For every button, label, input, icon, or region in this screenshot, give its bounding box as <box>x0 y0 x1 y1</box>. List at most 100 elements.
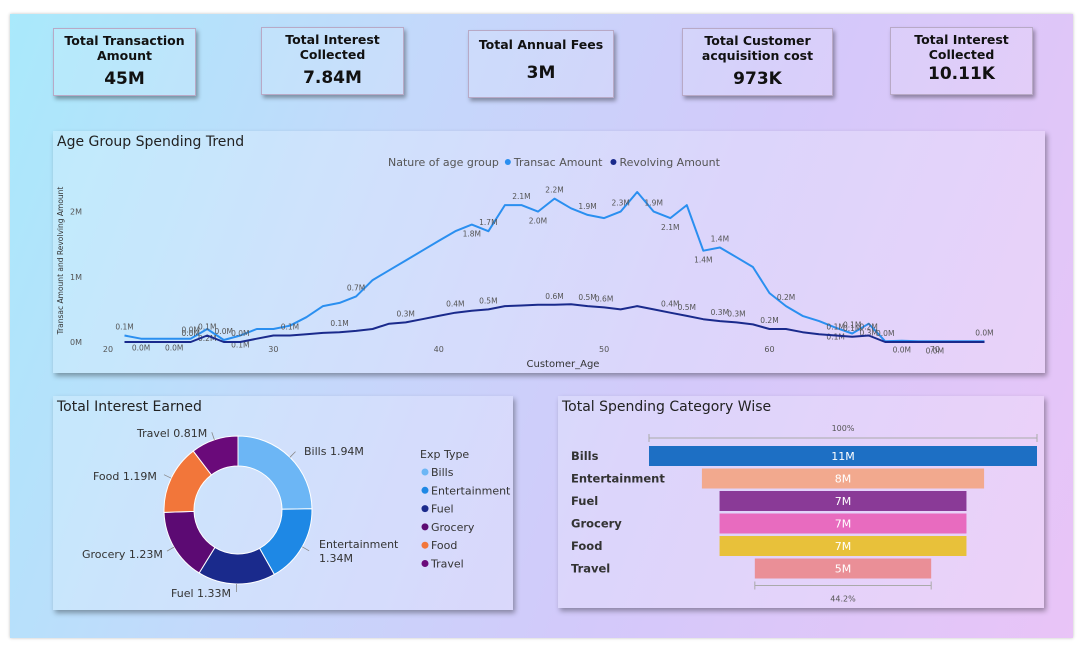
funnel-category-label: Entertainment <box>571 472 665 486</box>
data-label: 0.7M <box>347 283 365 292</box>
data-label: 1.4M <box>694 256 712 265</box>
data-label: 0.1M <box>330 319 348 328</box>
kpi-card-total-interest[interactable]: Total Interest Collected 7.84M <box>261 27 404 95</box>
donut-leader-line <box>211 432 215 441</box>
donut-data-label: Grocery 1.23M <box>82 548 163 561</box>
line-chart-svg: Nature of age group Transac Amount Revolvi… <box>56 156 994 370</box>
spending-category-panel[interactable]: Total Spending Category Wise 100% 11M Bill… <box>558 396 1044 608</box>
donut-data-label: Food 1.19M <box>93 470 157 483</box>
kpi-value: 7.84M <box>303 68 362 88</box>
funnel-category-label: Bills <box>571 449 599 463</box>
funnel-value-label: 7M <box>835 495 852 508</box>
funnel-category-label: Travel <box>571 562 610 576</box>
funnel-value-label: 8M <box>835 473 852 486</box>
legend-marker <box>421 541 429 549</box>
data-label: 0.0M <box>132 344 150 353</box>
legend-marker <box>421 523 429 531</box>
data-label: 1.8M <box>463 230 481 239</box>
y-tick-label: 0M <box>70 338 82 347</box>
donut-data-label: Entertainment <box>319 538 399 551</box>
data-label: 0.0M <box>231 329 249 338</box>
x-tick-label: 40 <box>434 345 444 354</box>
data-label: 2.3M <box>611 199 629 208</box>
x-tick-label: 50 <box>599 345 609 354</box>
data-label: 0.0M <box>165 344 183 353</box>
data-label: 2.2M <box>545 186 563 195</box>
kpi-label: Total Annual Fees <box>478 37 604 52</box>
donut-data-label: Fuel 1.33M <box>171 587 231 600</box>
legend-title: Exp Type <box>420 448 469 461</box>
data-label: 1.9M <box>645 199 663 208</box>
kpi-card-customer-acquisition-cost[interactable]: Total Customer acquisition cost 973K <box>682 28 833 96</box>
funnel-bottom-percent: 44.2% <box>830 595 856 604</box>
legend-marker <box>610 159 617 165</box>
data-label: 0.6M <box>595 294 613 303</box>
dashboard-canvas: Total Transaction Amount 45M Total Inter… <box>10 14 1073 638</box>
funnel-top-percent: 100% <box>832 424 855 433</box>
data-label: 0.3M <box>396 309 414 318</box>
x-tick-label: 30 <box>268 345 278 354</box>
kpi-card-total-transaction[interactable]: Total Transaction Amount 45M <box>53 28 196 96</box>
funnel-category-label: Grocery <box>571 517 622 531</box>
donut-slice-bills <box>237 435 313 510</box>
data-label: 0.1M <box>115 322 133 331</box>
data-label: 0.4M <box>446 300 464 309</box>
kpi-label: Total Interest Collected <box>285 32 380 62</box>
kpi-card-total-annual-fees[interactable]: Total Annual Fees 3M <box>468 30 614 98</box>
data-label: 0.2M <box>760 316 778 325</box>
y-tick-label: 1M <box>70 273 82 282</box>
legend-marker <box>421 486 429 494</box>
data-label: 0.1M <box>281 322 299 331</box>
legend-item: Transac Amount <box>513 156 603 169</box>
data-label: 0.3M <box>727 309 745 318</box>
kpi-value: 10.11K <box>928 64 995 84</box>
funnel-value-label: 5M <box>835 563 852 576</box>
age-spending-panel[interactable]: Age Group Spending Trend Nature of age g… <box>53 131 1045 373</box>
data-label: 1.7M <box>479 218 497 227</box>
data-label: 0.0M <box>893 346 911 355</box>
kpi-label: Total Customer acquisition cost <box>701 33 814 63</box>
legend-item: Fuel <box>431 503 454 516</box>
data-label: 2.1M <box>512 192 530 201</box>
donut-data-label: 1.34M <box>319 552 353 565</box>
kpi-label: Total Interest Collected <box>914 32 1009 62</box>
donut-chart-svg: Bills 1.94M Entertainment1.34M Fuel 1.33M G… <box>82 427 511 600</box>
data-label: 1.9M <box>578 202 596 211</box>
data-label: 2.0M <box>529 217 547 226</box>
data-label: 0.5M <box>479 296 497 305</box>
interest-earned-panel[interactable]: Total Interest Earned Bills 1.94M Enterta… <box>53 396 513 610</box>
legend-title: Nature of age group <box>388 156 499 169</box>
x-axis-label: Customer_Age <box>527 359 600 370</box>
funnel-category-label: Food <box>571 539 602 553</box>
data-label: 2.1M <box>661 223 679 232</box>
kpi-card-total-interest-k[interactable]: Total Interest Collected 10.11K <box>890 27 1033 95</box>
legend-marker <box>421 468 429 476</box>
legend-marker <box>421 560 429 567</box>
funnel-category-label: Fuel <box>571 494 598 508</box>
legend-item: Revolving Amount <box>619 156 720 169</box>
legend-item: Bills <box>431 466 454 479</box>
funnel-chart-svg: 100% 11M Bills 8M Entertainment 7M Fuel 7M Groce… <box>571 424 1038 604</box>
data-label: 0.0M <box>926 346 944 355</box>
legend-marker <box>504 159 511 165</box>
funnel-value-label: 7M <box>835 518 852 531</box>
kpi-value: 973K <box>733 69 782 89</box>
donut-data-label: Travel 0.81M <box>136 427 207 440</box>
legend-item: Travel <box>430 558 464 571</box>
data-label: 0.0M <box>876 329 894 338</box>
x-tick-label: 60 <box>764 345 774 354</box>
y-axis-label: Transac Amount and Revolving Amount <box>56 187 65 336</box>
kpi-label: Total Transaction Amount <box>64 33 185 63</box>
y-tick-label: 2M <box>70 208 82 217</box>
legend-marker <box>421 505 429 513</box>
donut-leader-line <box>289 451 296 458</box>
funnel-value-label: 11M <box>831 450 855 463</box>
data-label: 0.0M <box>975 328 993 337</box>
donut-leader-line <box>163 474 172 479</box>
series-line-transac <box>124 191 985 343</box>
donut-data-label: Bills 1.94M <box>304 445 364 458</box>
data-label: 1.4M <box>711 234 729 243</box>
data-label: 0.6M <box>545 292 563 301</box>
donut-leader-line <box>301 546 310 552</box>
donut-leader-line <box>166 546 175 552</box>
